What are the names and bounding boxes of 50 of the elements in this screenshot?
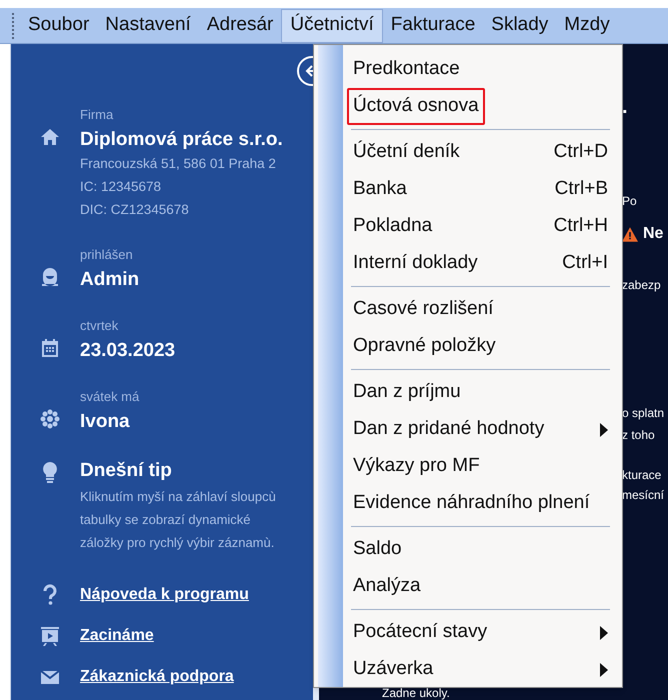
menu-item[interactable]: Nastavení [97,8,199,42]
menu-option[interactable]: Účetní deník Ctrl+D [351,134,610,171]
flower-icon [39,408,61,430]
menu-option[interactable]: Uzáverka [351,651,610,688]
menu-option[interactable]: Výkazy pro MF [351,448,610,485]
company-detail: IC: 12345678 [80,178,162,196]
menu-option[interactable]: Predkontace [351,51,610,88]
house-icon [39,126,61,148]
company-detail: DIC: CZ12345678 [80,201,190,219]
help-link[interactable]: Nápoveda k programu [80,583,249,607]
calendar-icon [39,337,61,359]
info-title: 23.03.2023 [80,339,176,363]
menu-option[interactable]: Pokladna Ctrl+H [351,208,610,245]
info-title: Diplomová práce s.r.o. [80,128,284,152]
status-text: kturace [622,467,662,484]
menu-option[interactable]: Interní doklady Ctrl+I [351,245,610,282]
status-text: zabezp [622,277,661,294]
menu-option[interactable]: Evidence náhradního plnení [351,485,610,522]
info-title: Ivona [80,410,131,434]
help-link[interactable]: Zákaznická podpora [80,665,234,689]
menu-option[interactable]: Opravné položky [351,328,610,365]
info-caption: prihlášen [80,246,134,264]
menu-item[interactable]: Mzdy [556,8,618,42]
menu-item[interactable]: Fakturace [382,8,484,42]
menu-item[interactable]: Adresár [198,8,282,42]
info-title: Admin [80,268,140,292]
status-text: Po [622,193,637,210]
tip-text: Kliknutím myší na záhlaví sloupcù tabulky se zobrazí dynamické záložky pro rychlý výbir záznamù. [80,488,277,552]
menu-item[interactable]: Účetnictví [281,8,383,42]
task-status-text: Zadne ukoly. [382,687,450,700]
status-text: Ne [643,224,664,244]
menu-option[interactable]: Analýza [351,568,610,605]
info-caption: Firma [80,106,114,124]
menu-option[interactable]: Banka Ctrl+B [351,171,610,208]
menu-item[interactable]: Soubor [20,8,98,42]
user-icon [39,266,61,288]
status-text: . [622,95,628,120]
status-text: mesícní [622,487,664,504]
menu-option[interactable]: Dan z príjmu [351,374,610,411]
menu-option[interactable]: Pocátecní stavy [351,614,610,651]
help-link[interactable]: Zacináme [80,624,154,648]
company-detail: Francouzská 51, 586 01 Praha 2 [80,155,277,173]
menu-option[interactable]: Dan z pridané hodnoty [351,411,610,448]
menu-option[interactable]: Saldo [351,531,610,568]
video-icon[interactable] [39,625,61,647]
info-caption: svátek má [80,388,140,406]
menu-item[interactable]: Sklady [483,8,556,42]
info-title: Dnešní tip [80,459,173,483]
info-caption: ctvrtek [80,317,120,335]
menu-option[interactable]: Casové rozlišení [351,291,610,328]
